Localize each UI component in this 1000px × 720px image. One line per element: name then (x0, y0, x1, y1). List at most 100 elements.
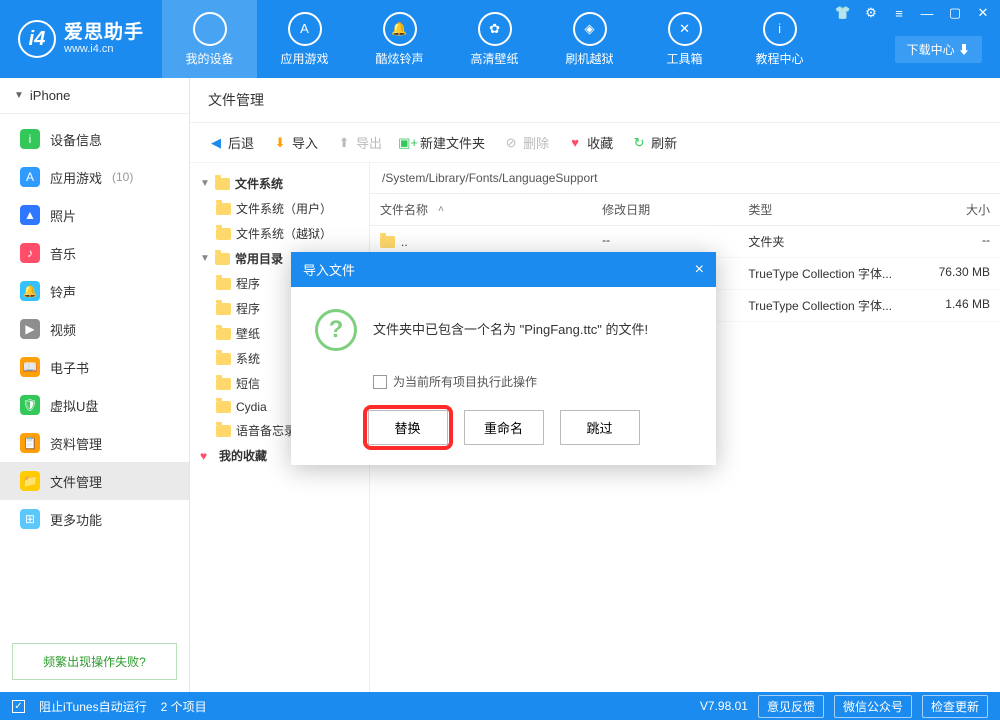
minimize-icon[interactable]: — (916, 4, 938, 22)
faq-link[interactable]: 频繁出现操作失败? (12, 643, 177, 680)
tree-fs-jailbreak[interactable]: 文件系统（越狱） (194, 221, 365, 246)
sidebar-icon: ♪ (20, 243, 40, 263)
sidebar-icon: 📁 (20, 471, 40, 491)
sidebar-item[interactable]: ♪ 音乐 (0, 234, 189, 272)
favorite-button[interactable]: ♥收藏 (567, 133, 613, 152)
menu-icon[interactable]: ≡ (888, 4, 910, 22)
folder-icon (216, 378, 231, 390)
sidebar-item[interactable]: i设备信息 (0, 120, 189, 158)
sidebar-icon: ▶ (20, 319, 40, 339)
apply-all-checkbox[interactable]: 为当前所有项目执行此操作 (373, 373, 692, 390)
app-header: i4 爱思助手 www.i4.cn 我的设备 A应用游戏 🔔酷炫铃声 ✿高清壁纸… (0, 0, 1000, 78)
toolbox-icon: ✕ (668, 12, 702, 46)
refresh-icon: ↻ (631, 135, 647, 151)
export-button[interactable]: ⬆导出 (336, 133, 382, 152)
app-logo: i4 爱思助手 www.i4.cn (0, 20, 162, 58)
download-center-button[interactable]: 下载中心 ⬇ (895, 36, 982, 63)
skin-icon[interactable]: 👕 (832, 4, 854, 22)
folder-icon (216, 203, 231, 215)
sidebar-icon: A (20, 167, 40, 187)
question-icon: ? (315, 309, 357, 351)
check-update-button[interactable]: 检查更新 (922, 695, 988, 718)
window-controls: 👕 ⚙ ≡ — ▢ ✕ (832, 4, 994, 22)
sidebar-icon: 📖 (20, 357, 40, 377)
heart-icon: ♥ (200, 449, 214, 463)
tree-fs-user[interactable]: 文件系统（用户） (194, 196, 365, 221)
wechat-button[interactable]: 微信公众号 (834, 695, 912, 718)
chevron-down-icon: ▼ (14, 90, 24, 101)
col-size[interactable]: 大小 (910, 194, 1000, 225)
export-icon: ⬆ (336, 135, 352, 151)
sidebar-item[interactable]: 📋资料管理 (0, 424, 189, 462)
caret-icon: ▼ (200, 178, 210, 189)
nav-apps[interactable]: A应用游戏 (257, 0, 352, 78)
tree-filesystem[interactable]: ▼文件系统 (194, 171, 365, 196)
page-title: 文件管理 (190, 78, 1000, 123)
sidebar-item[interactable]: ▶ 视频 (0, 310, 189, 348)
maximize-icon[interactable]: ▢ (944, 4, 966, 22)
skip-button[interactable]: 跳过 (560, 410, 640, 445)
folder-icon (380, 236, 395, 248)
nav-wallpapers[interactable]: ✿高清壁纸 (447, 0, 542, 78)
col-type[interactable]: 类型 (738, 194, 910, 225)
dialog-close-button[interactable]: × (695, 261, 704, 279)
sidebar-label: 音乐 (50, 244, 76, 263)
cube-icon: ◈ (573, 12, 607, 46)
folder-icon (216, 228, 231, 240)
nav-toolbox[interactable]: ✕工具箱 (637, 0, 732, 78)
nav-tutorials[interactable]: i教程中心 (732, 0, 827, 78)
import-button[interactable]: ⬇导入 (272, 133, 318, 152)
rename-button[interactable]: 重命名 (464, 410, 544, 445)
device-selector[interactable]: ▼ iPhone (0, 78, 189, 114)
itunes-block-checkbox[interactable]: ✓ (12, 700, 25, 713)
delete-button[interactable]: ⊘删除 (503, 133, 549, 152)
col-name[interactable]: 文件名称˄ (370, 194, 592, 225)
replace-button[interactable]: 替换 (368, 410, 448, 445)
settings-icon[interactable]: ⚙ (860, 4, 882, 22)
sidebar-label: 电子书 (50, 358, 89, 377)
sidebar-label: 设备信息 (50, 130, 102, 149)
sidebar: ▼ iPhone i设备信息A应用游戏(10)▲照片♪音乐🔔铃声▶视频📖电子书🛡… (0, 78, 190, 692)
item-count: 2 个项目 (161, 698, 207, 715)
back-button[interactable]: ◀后退 (208, 133, 254, 152)
nav-jailbreak[interactable]: ◈刷机越狱 (542, 0, 637, 78)
nav-ringtones[interactable]: 🔔酷炫铃声 (352, 0, 447, 78)
folder-icon (216, 303, 231, 315)
nav-my-device[interactable]: 我的设备 (162, 0, 257, 78)
sidebar-item[interactable]: 📁 文件管理 (0, 462, 189, 500)
sidebar-label: 视频 (50, 320, 76, 339)
toolbar: ◀后退 ⬇导入 ⬆导出 ▣+新建文件夹 ⊘删除 ♥收藏 ↻刷新 (190, 123, 1000, 163)
folder-icon (216, 353, 231, 365)
sidebar-icon: ▲ (20, 205, 40, 225)
sidebar-item[interactable]: 📖 电子书 (0, 348, 189, 386)
main-nav: 我的设备 A应用游戏 🔔酷炫铃声 ✿高清壁纸 ◈刷机越狱 ✕工具箱 i教程中心 (162, 0, 827, 78)
delete-icon: ⊘ (503, 135, 519, 151)
import-file-dialog: 导入文件 × ? 文件夹中已包含一个名为 "PingFang.ttc" 的文件!… (291, 252, 716, 465)
path-bar[interactable]: /System/Library/Fonts/LanguageSupport (370, 163, 1000, 194)
col-date[interactable]: 修改日期 (592, 194, 738, 225)
sidebar-label: 虚拟U盘 (50, 396, 98, 415)
back-icon: ◀ (208, 135, 224, 151)
sidebar-item[interactable]: 🛡虚拟U盘 (0, 386, 189, 424)
flower-icon: ✿ (478, 12, 512, 46)
info-icon: i (763, 12, 797, 46)
logo-icon: i4 (18, 20, 56, 58)
refresh-button[interactable]: ↻刷新 (631, 133, 677, 152)
dialog-titlebar: 导入文件 × (291, 252, 716, 287)
sidebar-item[interactable]: 🔔铃声 (0, 272, 189, 310)
close-icon[interactable]: ✕ (972, 4, 994, 22)
new-folder-button[interactable]: ▣+新建文件夹 (400, 133, 485, 152)
bell-icon: 🔔 (383, 12, 417, 46)
sidebar-item[interactable]: ⊞更多功能 (0, 500, 189, 538)
file-list-header: 文件名称˄ 修改日期 类型 大小 (370, 194, 1000, 226)
version-label: V7.98.01 (700, 699, 748, 713)
sidebar-label: 文件管理 (50, 472, 102, 491)
folder-icon (216, 401, 231, 413)
sidebar-label: 资料管理 (50, 434, 102, 453)
new-folder-icon: ▣+ (400, 135, 416, 151)
dialog-title: 导入文件 (303, 260, 355, 279)
sidebar-item[interactable]: A应用游戏(10) (0, 158, 189, 196)
feedback-button[interactable]: 意见反馈 (758, 695, 824, 718)
sidebar-label: 应用游戏 (50, 168, 102, 187)
sidebar-item[interactable]: ▲照片 (0, 196, 189, 234)
